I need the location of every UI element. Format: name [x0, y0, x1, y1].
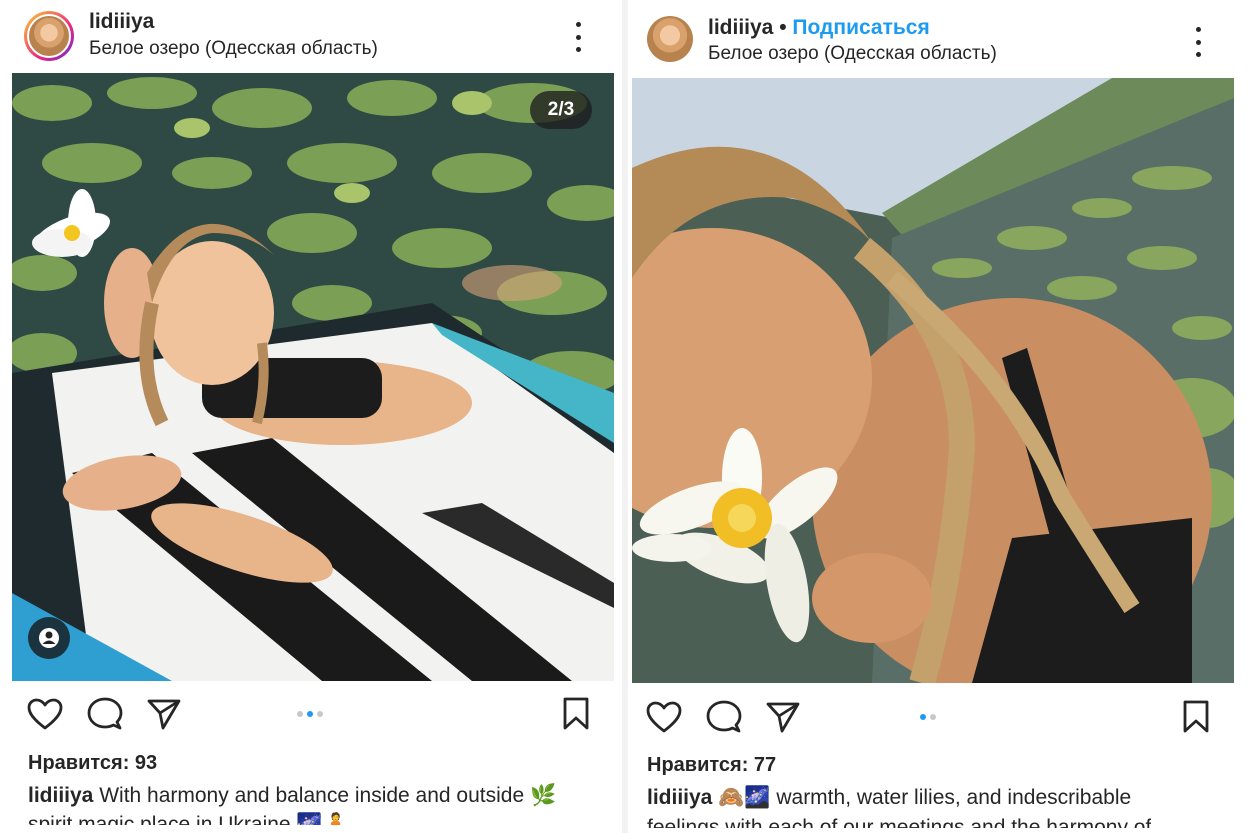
caption-text: warmth, water lilies, and indescribable	[776, 786, 1132, 809]
post-photo[interactable]: 2/3	[12, 73, 614, 681]
share-icon[interactable]	[763, 697, 803, 737]
more-vertical-icon[interactable]	[1188, 27, 1208, 57]
carousel-dot	[930, 714, 936, 720]
separator-dot: •	[779, 16, 787, 39]
likes-count[interactable]: Нравится: 93	[28, 752, 157, 775]
carousel-indicator	[920, 714, 936, 720]
caption-emoji: 🙈🌌	[718, 786, 771, 809]
post-left: lidiiiya Белое озеро (Одесская область)	[0, 0, 622, 833]
more-vertical-icon[interactable]	[568, 22, 588, 52]
username[interactable]: lidiiiya	[708, 16, 773, 39]
header-line: lidiiiya • Подписаться	[708, 16, 930, 40]
action-bar	[628, 697, 1250, 741]
post-photo[interactable]	[632, 78, 1234, 683]
likes-count[interactable]: Нравится: 77	[647, 754, 776, 777]
carousel-dot-active	[307, 711, 313, 717]
caption-text: With harmony and balance inside and outs…	[99, 784, 557, 807]
carousel-dot-active	[920, 714, 926, 720]
heart-icon[interactable]	[25, 694, 65, 734]
carousel-dot	[317, 711, 323, 717]
comment-icon[interactable]	[704, 697, 744, 737]
action-bar	[0, 694, 622, 738]
bookmark-icon[interactable]	[556, 694, 596, 734]
avatar[interactable]	[647, 16, 697, 66]
location-link[interactable]: Белое озеро (Одесская область)	[89, 38, 378, 60]
avatar-image	[647, 16, 693, 62]
caption-username[interactable]: lidiiiya	[647, 786, 712, 809]
comment-icon[interactable]	[85, 694, 125, 734]
caption-overflow: feelings with each of our meetings and t…	[647, 816, 1152, 828]
post-right: lidiiiya • Подписаться Белое озеро (Одес…	[628, 0, 1250, 833]
caption: lidiiiya With harmony and balance inside…	[28, 783, 556, 809]
location-link[interactable]: Белое озеро (Одесская область)	[708, 43, 997, 65]
carousel-dot	[297, 711, 303, 717]
bookmark-icon[interactable]	[1176, 697, 1216, 737]
caption-username[interactable]: lidiiiya	[28, 784, 93, 807]
heart-icon[interactable]	[644, 697, 684, 737]
share-icon[interactable]	[144, 694, 184, 734]
carousel-counter: 2/3	[530, 91, 592, 129]
carousel-indicator	[297, 711, 323, 717]
caption: lidiiiya 🙈🌌 warmth, water lilies, and in…	[647, 785, 1131, 811]
post-header: lidiiiya • Подписаться Белое озеро (Одес…	[628, 0, 1250, 72]
avatar-image	[27, 14, 71, 58]
user-tag-icon[interactable]	[28, 617, 70, 659]
post-header: lidiiiya Белое озеро (Одесская область)	[0, 0, 622, 72]
caption-overflow: spirit magic place in Ukraine 🌌🧘	[28, 813, 349, 825]
avatar[interactable]	[24, 11, 74, 61]
username[interactable]: lidiiiya	[89, 10, 154, 34]
follow-button[interactable]: Подписаться	[792, 16, 929, 39]
